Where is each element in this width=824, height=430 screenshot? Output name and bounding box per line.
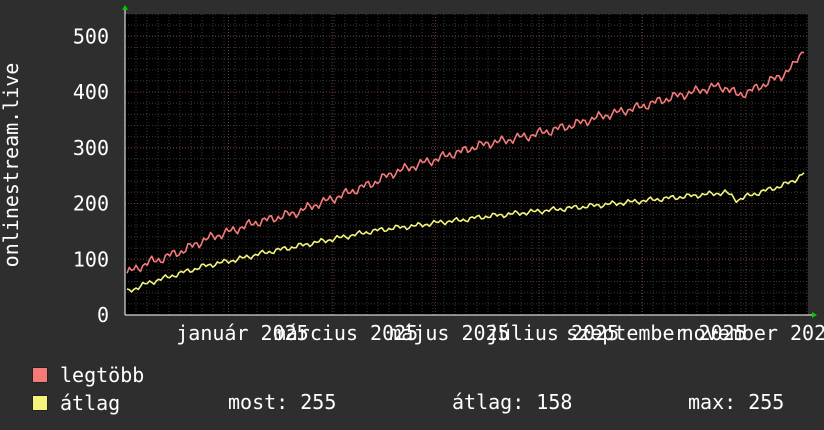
legend-label-legtobb: legtöbb (60, 363, 145, 387)
legend-item-atlag: átlag (32, 390, 120, 416)
y-tick-label: 100 (73, 247, 109, 271)
legend-swatch-atlag (32, 395, 48, 411)
x-tick-label: november 2025 (682, 321, 824, 345)
line-chart: 0 100 200 300 400 500 január 2025március 2025… (0, 5, 824, 345)
y-tick-label: 300 (73, 136, 109, 160)
x-tick-labels: január 2025március 2025május 2025július … (176, 321, 824, 345)
y-axis-arrow (122, 5, 128, 10)
x-axis-arrow (812, 312, 817, 318)
stat-max: max: 255 (688, 390, 785, 414)
y-tick-label: 200 (73, 192, 109, 216)
legend-swatch-legtobb (32, 367, 48, 383)
y-tick-label: 500 (73, 24, 109, 48)
y-tick-labels: 0 100 200 300 400 500 (73, 24, 109, 327)
legend-label-atlag: átlag (60, 391, 121, 415)
legend: legtöbb átlag most: 255 átlag: 158 max: … (0, 360, 824, 430)
y-tick-label: 0 (97, 303, 109, 327)
stat-atlag: átlag: 158 (452, 390, 573, 414)
y-axis-label: onlinestream.live (0, 63, 23, 268)
stat-most: most: 255 (228, 390, 337, 414)
y-tick-label: 400 (73, 80, 109, 104)
legend-item-legtobb: legtöbb (32, 362, 144, 388)
